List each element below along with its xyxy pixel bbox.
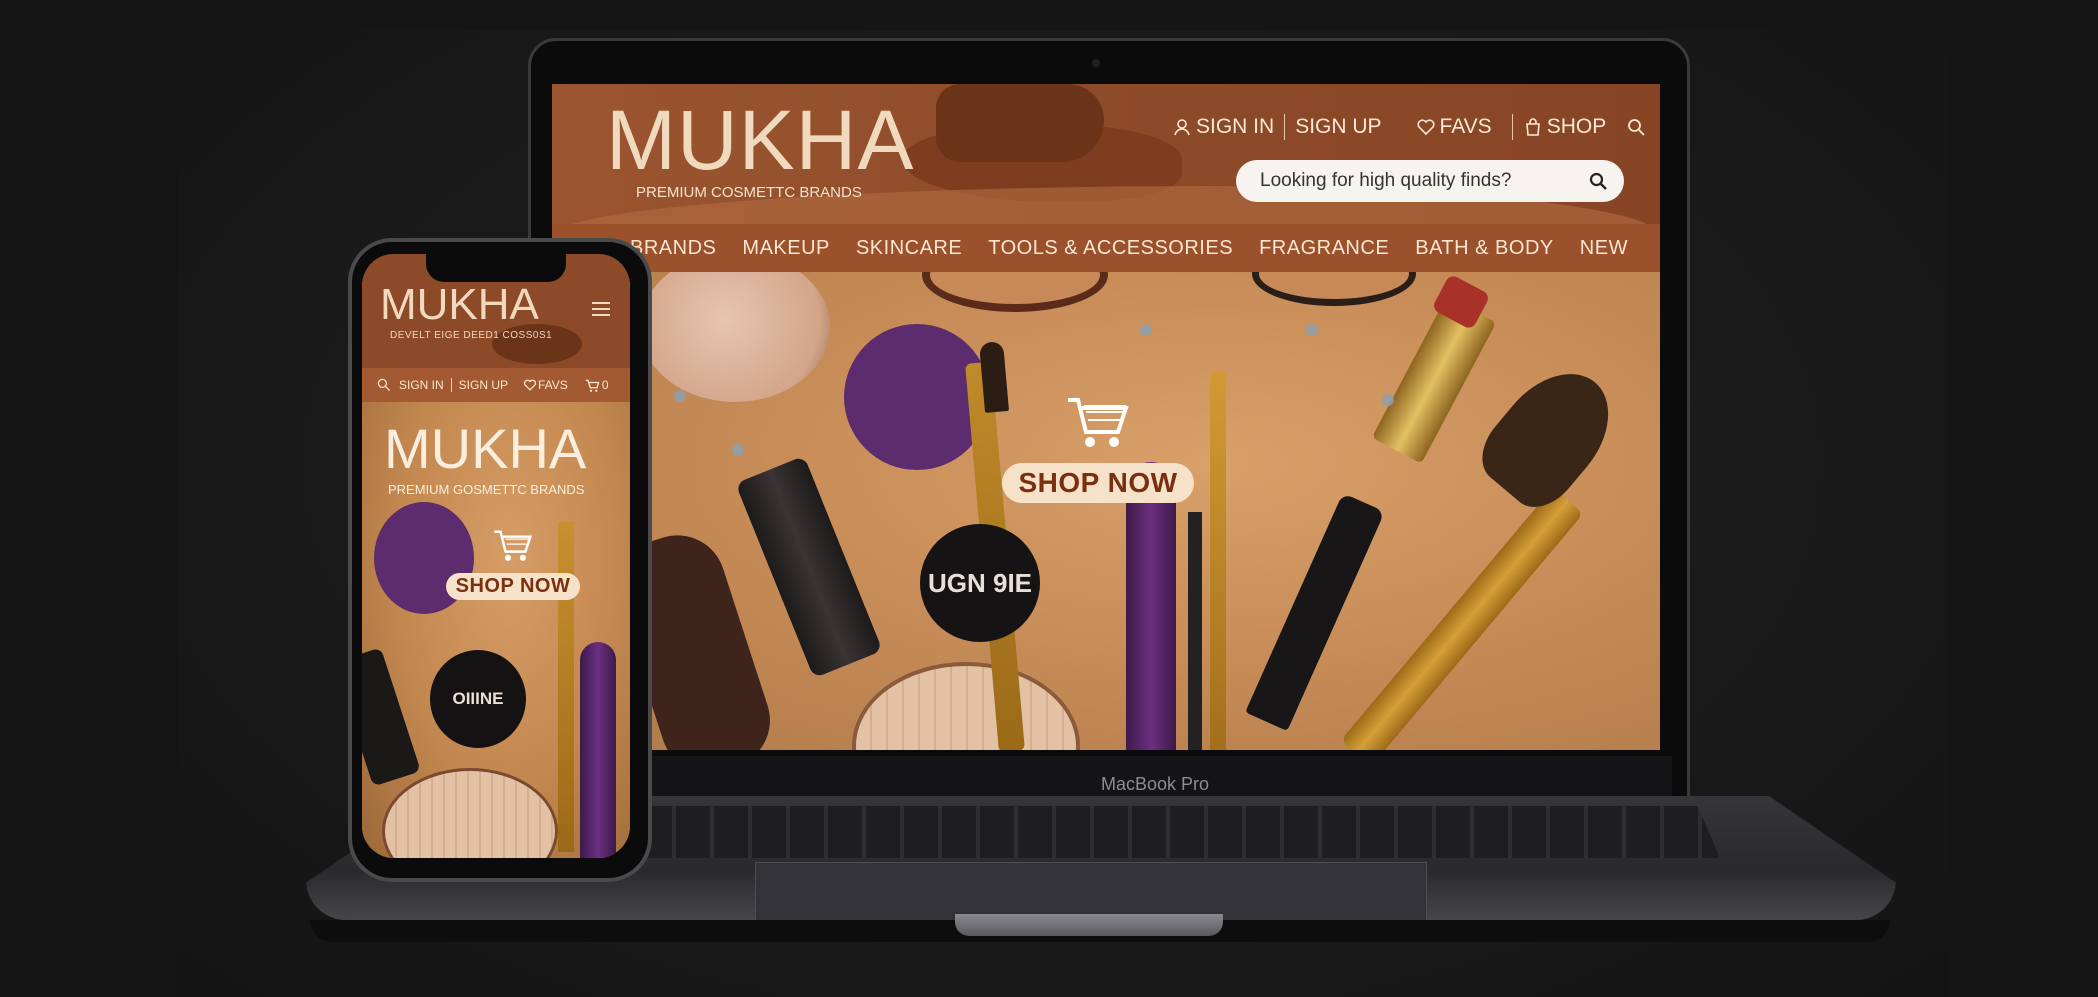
decor-dot [732,444,744,456]
nav-item-skincare[interactable]: SKINCARE [856,237,962,260]
decor-dot [1382,394,1394,406]
header-blob [936,84,1104,162]
trackpad [755,862,1427,922]
laptop-screen: MUKHA PREMIUM COSMETTC BRANDS SIGN IN SI… [552,84,1660,750]
shop-now-button[interactable]: SHOP NOW [1002,463,1194,503]
favs-label: FAVS [1439,115,1492,138]
cart-icon [1068,398,1129,447]
mobile-favs[interactable]: FAVS [538,378,568,392]
device-label: MacBook Pro [1100,774,1210,794]
phone-screen: MUKHA DEVELT EIGE DEED1 COSS0S1 SIGN IN … [362,254,630,858]
hero-banner[interactable]: UGN 9IE SHOP NOW [552,272,1660,750]
site-tagline: PREMIUM COSMETTC BRANDS [636,184,862,201]
camera [1092,59,1100,67]
cart-count: 0 [601,378,609,392]
main-nav: BRANDS MAKEUP SKINCARE TOOLS & ACCESSORI… [552,224,1660,272]
compact-image [1252,272,1416,306]
hero-cta: SHOP NOW [998,394,1198,503]
header-search-button[interactable] [1616,117,1656,137]
favs-link[interactable]: FAVS [1406,115,1502,139]
shop-link[interactable]: SHOP [1513,115,1617,139]
compact-image [922,272,1108,312]
sign-up-link[interactable]: SIGN UP [1285,115,1391,139]
nav-item-bath-body[interactable]: BATH & BODY [1415,237,1554,260]
header-links: SIGN IN SIGN UP FAVS SHOP [1162,114,1656,140]
mascara-tube-image [362,647,421,787]
user-icon [1174,119,1190,136]
cream-jar-image: UGN 9IE [920,524,1040,642]
hero-logo: MUKHA [384,417,587,480]
powder-brush-head-image [1468,351,1632,521]
decor-dot [1306,324,1318,336]
search-placeholder: Looking for high quality finds? [1260,170,1512,191]
heart-icon [1417,119,1435,136]
sign-in-label: SIGN IN [1196,115,1275,138]
divider [450,378,452,392]
brush-image [1188,512,1202,750]
purple-pen-image [1126,462,1176,750]
search-icon [1628,119,1645,136]
mobile-sign-in[interactable]: SIGN IN [399,378,444,392]
mobile-shop-now-button[interactable]: SHOP NOW [445,573,581,600]
lid-notch [955,914,1223,936]
site-header: MUKHA PREMIUM COSMETTC BRANDS SIGN IN SI… [552,84,1660,236]
cart-icon [494,530,533,561]
cart-icon[interactable] [585,378,600,393]
eyeliner-image [1245,493,1385,731]
hero-tagline: PREMIUM GOSMETTC BRANDS [388,482,585,497]
mobile-hero[interactable]: MUKHA PREMIUM GOSMETTC BRANDS OIIINE SHO… [362,402,630,858]
user-icon [377,378,391,392]
cream-jar-image: OIIINE [430,650,526,748]
search-input[interactable]: Looking for high quality finds? [1236,160,1624,202]
nav-item-new[interactable]: NEW [1580,237,1628,260]
heart-icon [523,379,537,391]
nav-item-makeup[interactable]: MAKEUP [742,237,829,260]
keyboard [600,806,1720,858]
bronzer-compact-image [382,768,558,858]
nav-item-fragrance[interactable]: FRAGRANCE [1259,237,1389,260]
decor-dot [1140,324,1152,336]
mobile-hero-cta: SHOP NOW [438,528,588,600]
mascara-tube-image [735,455,883,679]
lipstick-image [1371,296,1497,464]
sign-in-link[interactable]: SIGN IN [1162,115,1284,139]
mobile-sign-up[interactable]: SIGN UP [459,378,508,392]
decor-dot [674,390,686,402]
mobile-account-links: SIGN IN SIGN UP FAVS 0 [362,368,630,402]
phone-notch [426,254,566,282]
bronzer-compact-image [852,662,1080,750]
powder-compact-image [640,272,830,402]
search-icon[interactable] [1588,171,1608,191]
brush-image [1210,372,1226,750]
mobile-tagline: DEVELT EIGE DEED1 COSS0S1 [390,330,553,341]
shop-label: SHOP [1546,115,1607,138]
nav-item-tools-accessories[interactable]: TOOLS & ACCESSORIES [988,237,1233,260]
mobile-logo[interactable]: MUKHA [380,280,539,330]
purple-pen-image [580,642,616,858]
site-logo[interactable]: MUKHA [606,92,914,189]
menu-icon[interactable] [590,298,612,320]
shopping-bag-icon [1525,118,1540,136]
sign-up-label: SIGN UP [1295,115,1382,138]
